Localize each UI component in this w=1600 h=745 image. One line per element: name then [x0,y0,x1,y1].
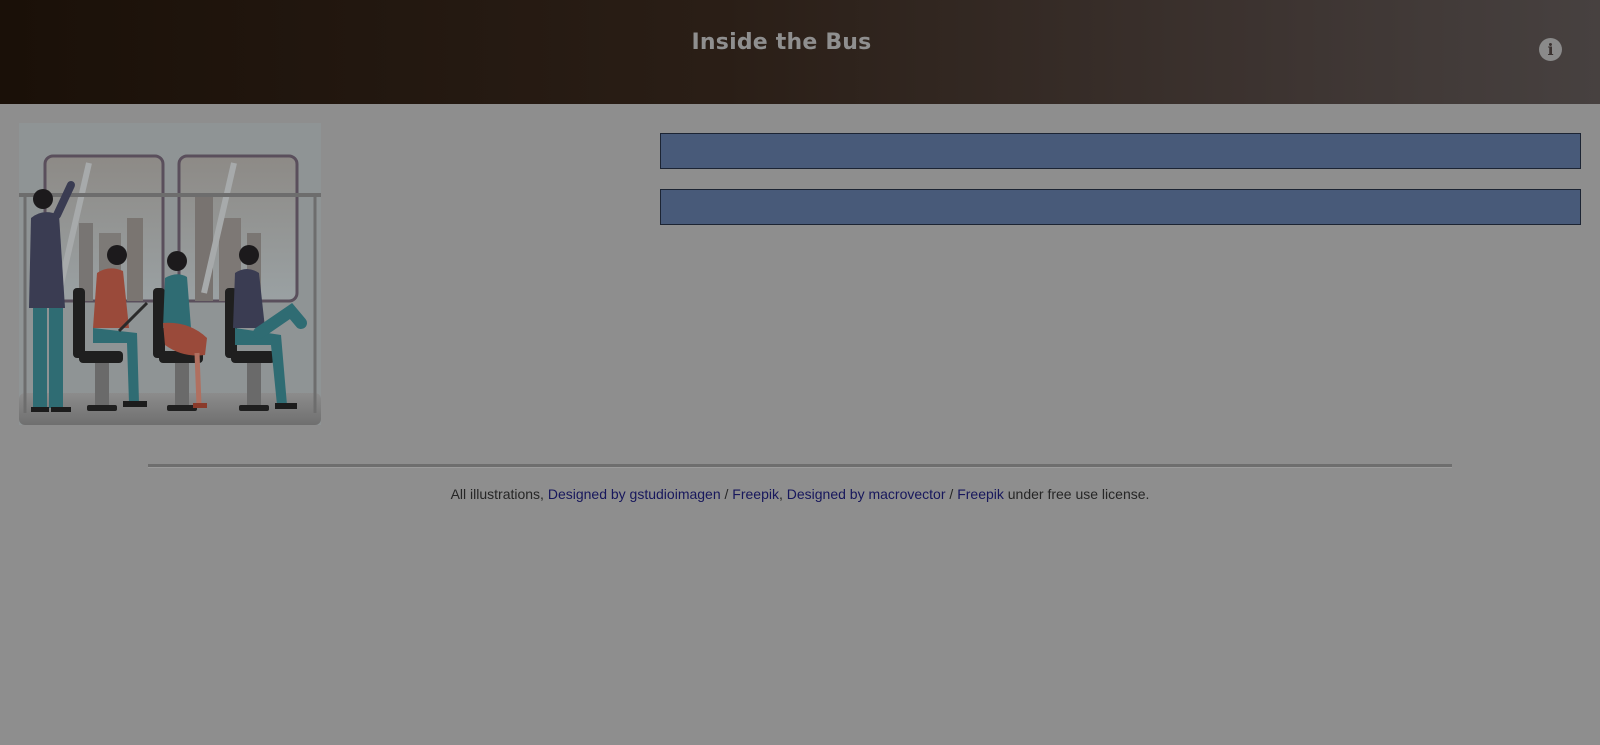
app-header: Inside the Bus i [0,0,1600,104]
bus-passengers-illustration [19,123,321,425]
attribution-footer: All illustrations, Designed by gstudioim… [0,486,1600,502]
option-bar-2[interactable] [660,189,1581,225]
separator: / [945,486,958,502]
info-icon[interactable]: i [1539,38,1562,61]
page-title: Inside the Bus [691,30,872,55]
separator: / [720,486,733,502]
attribution-prefix: All illustrations, [450,486,548,502]
option-bar-1[interactable] [660,133,1581,169]
macrovector-link[interactable]: Designed by macrovector [787,486,946,502]
separator: , [778,486,787,502]
gstudioimagen-link[interactable]: Designed by gstudioimagen [548,486,721,502]
divider [148,464,1452,468]
freepik-link-1[interactable]: Freepik [732,486,779,502]
freepik-link-2[interactable]: Freepik [957,486,1004,502]
attribution-suffix: under free use license. [1003,486,1150,502]
